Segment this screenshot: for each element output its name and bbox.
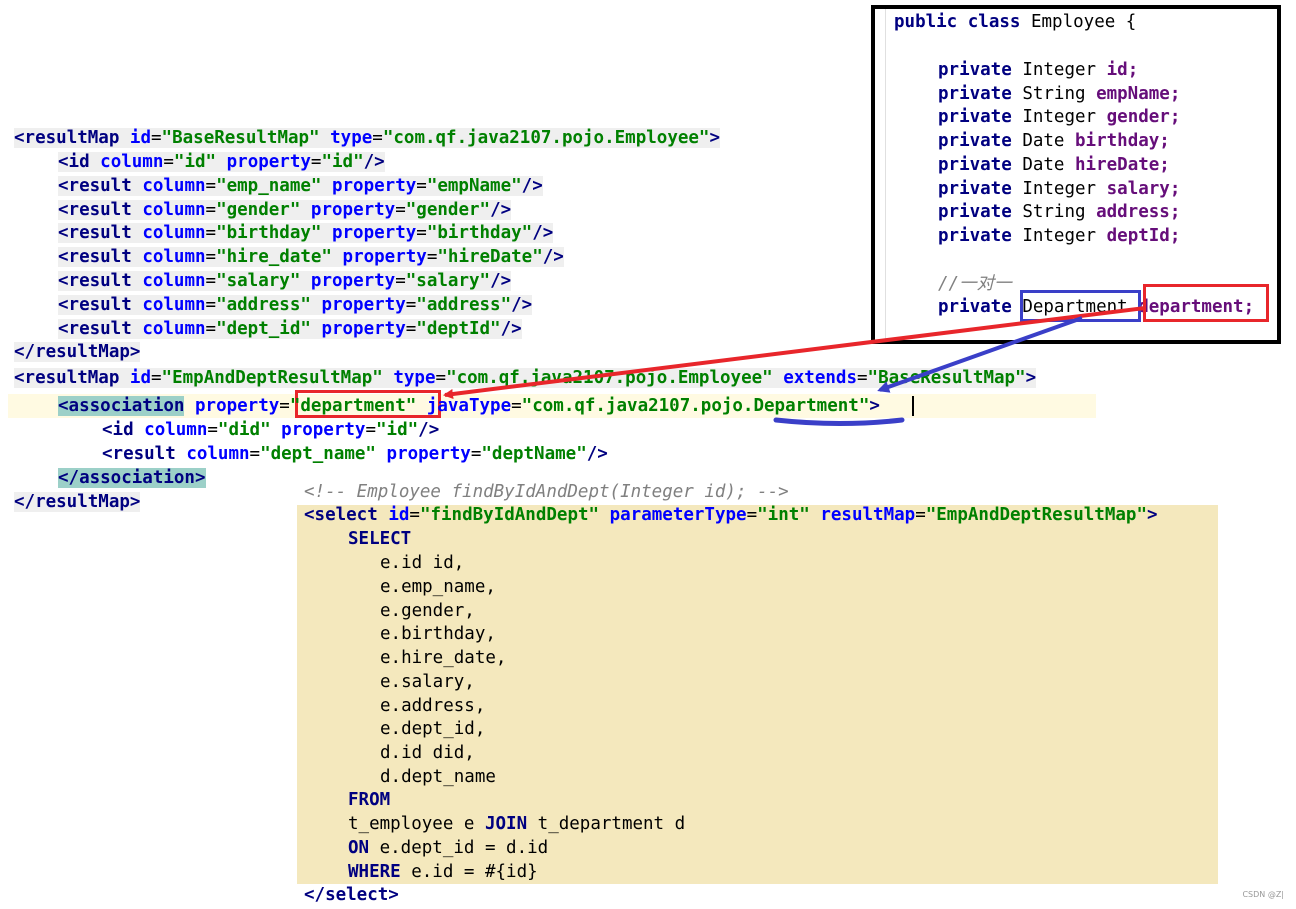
- watermark: CSDN @Z|: [1242, 890, 1284, 899]
- annotation-arrows: [443, 306, 1146, 426]
- blue-underline: [773, 417, 905, 426]
- red-arrow: [443, 306, 1146, 399]
